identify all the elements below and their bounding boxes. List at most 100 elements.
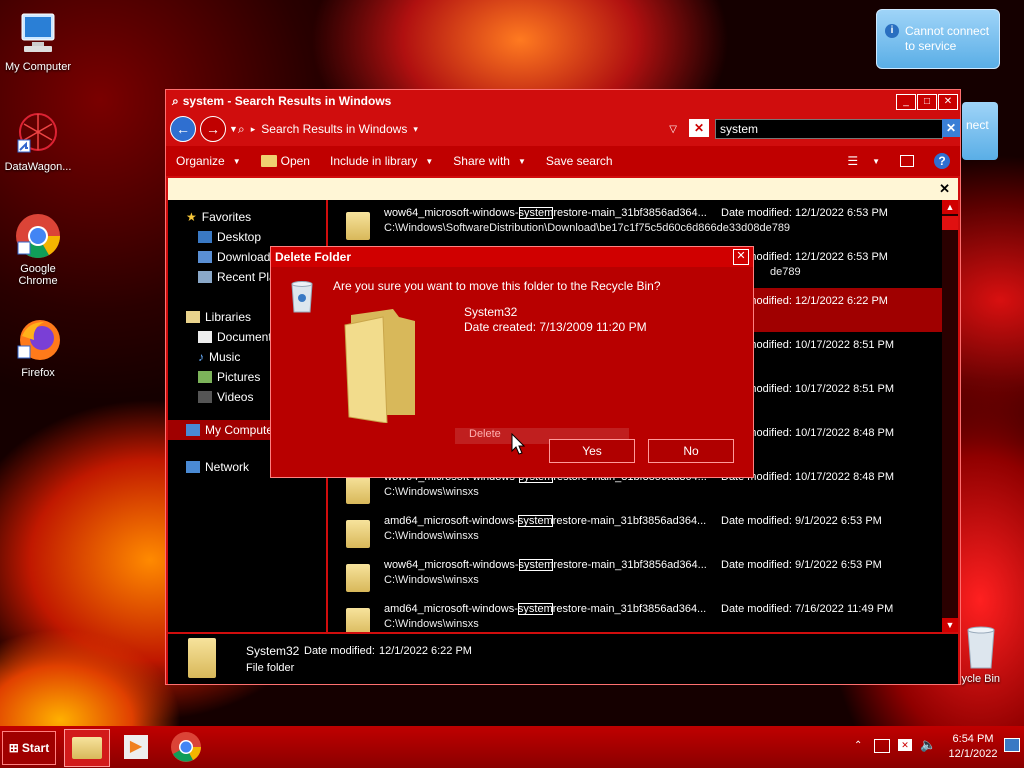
details-pane: System32 Date modified: 12/1/2022 6:22 P…: [168, 634, 958, 684]
search-highlight: system: [518, 559, 554, 571]
explorer-titlebar[interactable]: ⌕ system - Search Results in Windows: [166, 90, 960, 112]
history-dropdown-icon[interactable]: ▼: [229, 124, 238, 134]
clear-search-button[interactable]: ✕: [942, 119, 960, 137]
preview-pane-icon: [900, 155, 914, 167]
desktop-icon-firefox[interactable]: Firefox: [0, 316, 76, 379]
taskbar: ⊞ Start ▶ ⌃ ✕ 🔈 6:54 PM 12/1/2022: [0, 726, 1024, 768]
stop-search-button[interactable]: ✕: [689, 119, 709, 137]
item-name: amd64_microsoft-windows-systemrestore-ma…: [384, 603, 706, 615]
list-item[interactable]: wow64_microsoft-windows-systemrestore-ma…: [328, 200, 942, 244]
clock[interactable]: 6:54 PM 12/1/2022: [940, 732, 1006, 762]
back-button[interactable]: ←: [170, 116, 196, 142]
nav-videos[interactable]: Videos: [198, 390, 253, 404]
breadcrumb[interactable]: Search Results in Windows: [261, 122, 407, 136]
address-bar[interactable]: ⌕ ▸ Search Results in Windows ▾ ▽: [238, 119, 681, 139]
minimize-button[interactable]: _: [896, 94, 916, 110]
nav-label: Desktop: [217, 230, 262, 244]
network-icon: [186, 461, 200, 473]
preview-pane-button[interactable]: [890, 155, 924, 167]
desktop-icon-recycle-bin[interactable]: cycle Bin: [956, 624, 1016, 685]
folder-icon: [260, 155, 277, 167]
desktop-icon-datawagon[interactable]: DataWagon...: [0, 110, 76, 173]
desktop-icon-chrome[interactable]: Google Chrome: [0, 212, 76, 287]
large-folder-icon: [343, 305, 419, 424]
nav-music[interactable]: ♪ Music: [198, 350, 240, 364]
dialog-titlebar[interactable]: Delete Folder: [271, 247, 753, 267]
taskbar-explorer[interactable]: [64, 729, 110, 767]
breadcrumb-chevron-icon[interactable]: ▸: [251, 124, 256, 135]
maximize-button[interactable]: □: [917, 94, 937, 110]
scroll-down-button[interactable]: ▼: [942, 618, 958, 632]
network-flag-icon[interactable]: ✕: [898, 739, 912, 751]
item-path: C:\Windows\SoftwareDistribution\Download…: [384, 222, 791, 234]
open-label: Open: [280, 154, 310, 168]
desktop-icon-label: My Computer: [4, 61, 72, 73]
item-path: de789: [770, 266, 801, 278]
show-desktop-icon[interactable]: [1004, 738, 1020, 752]
nav-downloads[interactable]: Downloads: [198, 250, 276, 264]
list-item[interactable]: wow64_microsoft-windows-systemrestore-ma…: [328, 552, 942, 596]
item-date: Date modified: 7/16/2022 11:49 PM: [721, 603, 894, 615]
scroll-up-button[interactable]: ▲: [942, 200, 958, 214]
nav-label: Libraries: [205, 310, 252, 324]
help-button[interactable]: ?: [924, 153, 960, 169]
desktop-icon-my-computer[interactable]: My Computer: [0, 10, 76, 73]
command-bar: Organize ▼ Open Include in library ▼ Share…: [166, 146, 960, 176]
taskbar-media-player[interactable]: ▶: [114, 729, 158, 765]
tray-expand-icon[interactable]: ⌃: [854, 740, 862, 751]
close-icon[interactable]: ✕: [939, 181, 950, 197]
no-button[interactable]: No: [648, 439, 734, 463]
start-button[interactable]: ⊞ Start: [2, 731, 56, 765]
volume-icon[interactable]: 🔈: [920, 737, 936, 753]
view-icon: ☰: [847, 154, 859, 168]
search-icon: ⌕: [238, 121, 245, 136]
view-options-button[interactable]: ☰ ▼: [837, 154, 890, 168]
nav-libraries[interactable]: Libraries: [186, 310, 251, 324]
notification-line-1: Cannot connect: [905, 24, 990, 38]
save-search-button[interactable]: Save search: [536, 154, 623, 168]
nav-recent-places[interactable]: Recent Pla: [198, 270, 276, 284]
name-prefix: wow64_microsoft-windows-: [384, 559, 519, 571]
nav-label: Music: [209, 350, 241, 364]
open-button[interactable]: Open: [251, 154, 320, 168]
address-dropdown-icon[interactable]: ▽: [669, 124, 677, 135]
action-center-icon[interactable]: [874, 739, 890, 753]
taskbar-chrome[interactable]: [164, 729, 208, 765]
nav-desktop[interactable]: Desktop: [198, 230, 261, 244]
organize-menu[interactable]: Organize ▼: [166, 154, 251, 168]
include-in-library-menu[interactable]: Include in library ▼: [320, 154, 443, 168]
documents-icon: [198, 331, 212, 343]
nav-label: Documents: [217, 330, 278, 344]
nav-pictures[interactable]: Pictures: [198, 370, 260, 384]
close-button[interactable]: ✕: [938, 94, 958, 110]
notification-cannot-connect[interactable]: i Cannot connect to service: [876, 9, 1000, 69]
dialog-close-button[interactable]: ✕: [733, 249, 749, 265]
pictures-icon: [198, 371, 212, 383]
forward-button[interactable]: →: [200, 116, 226, 142]
name-suffix: restore-main_31bf3856ad364...: [553, 207, 707, 219]
chevron-down-icon: ▼: [232, 156, 241, 166]
scroll-thumb[interactable]: [942, 216, 958, 230]
details-type: File folder: [246, 662, 295, 674]
nav-network[interactable]: Network: [186, 460, 249, 474]
share-with-menu[interactable]: Share with ▼: [443, 154, 536, 168]
yes-button[interactable]: Yes: [549, 439, 635, 463]
folder-icon: [346, 608, 370, 632]
details-name: System32: [246, 644, 300, 658]
dialog-title: Delete Folder: [275, 250, 352, 264]
nav-documents[interactable]: Documents: [198, 330, 278, 344]
list-item[interactable]: amd64_microsoft-windows-systemrestore-ma…: [328, 596, 942, 632]
nav-label: Network: [205, 460, 250, 474]
item-path: C:\Windows\winsxs: [384, 574, 479, 586]
vertical-scrollbar[interactable]: ▲ ▼: [942, 200, 958, 632]
chevron-down-icon[interactable]: ▾: [413, 124, 418, 135]
notification-line-2: to service: [905, 39, 957, 53]
include-label: Include in library: [329, 154, 418, 168]
desktop-icon-label: Firefox: [21, 367, 55, 379]
folder-icon: [346, 212, 370, 240]
nav-favorites[interactable]: ★ Favorites: [186, 210, 251, 224]
organize-label: Organize: [176, 154, 225, 168]
search-input[interactable]: system: [715, 119, 943, 139]
list-item[interactable]: amd64_microsoft-windows-systemrestore-ma…: [328, 508, 942, 552]
window-controls: _ □ ✕: [896, 94, 958, 110]
